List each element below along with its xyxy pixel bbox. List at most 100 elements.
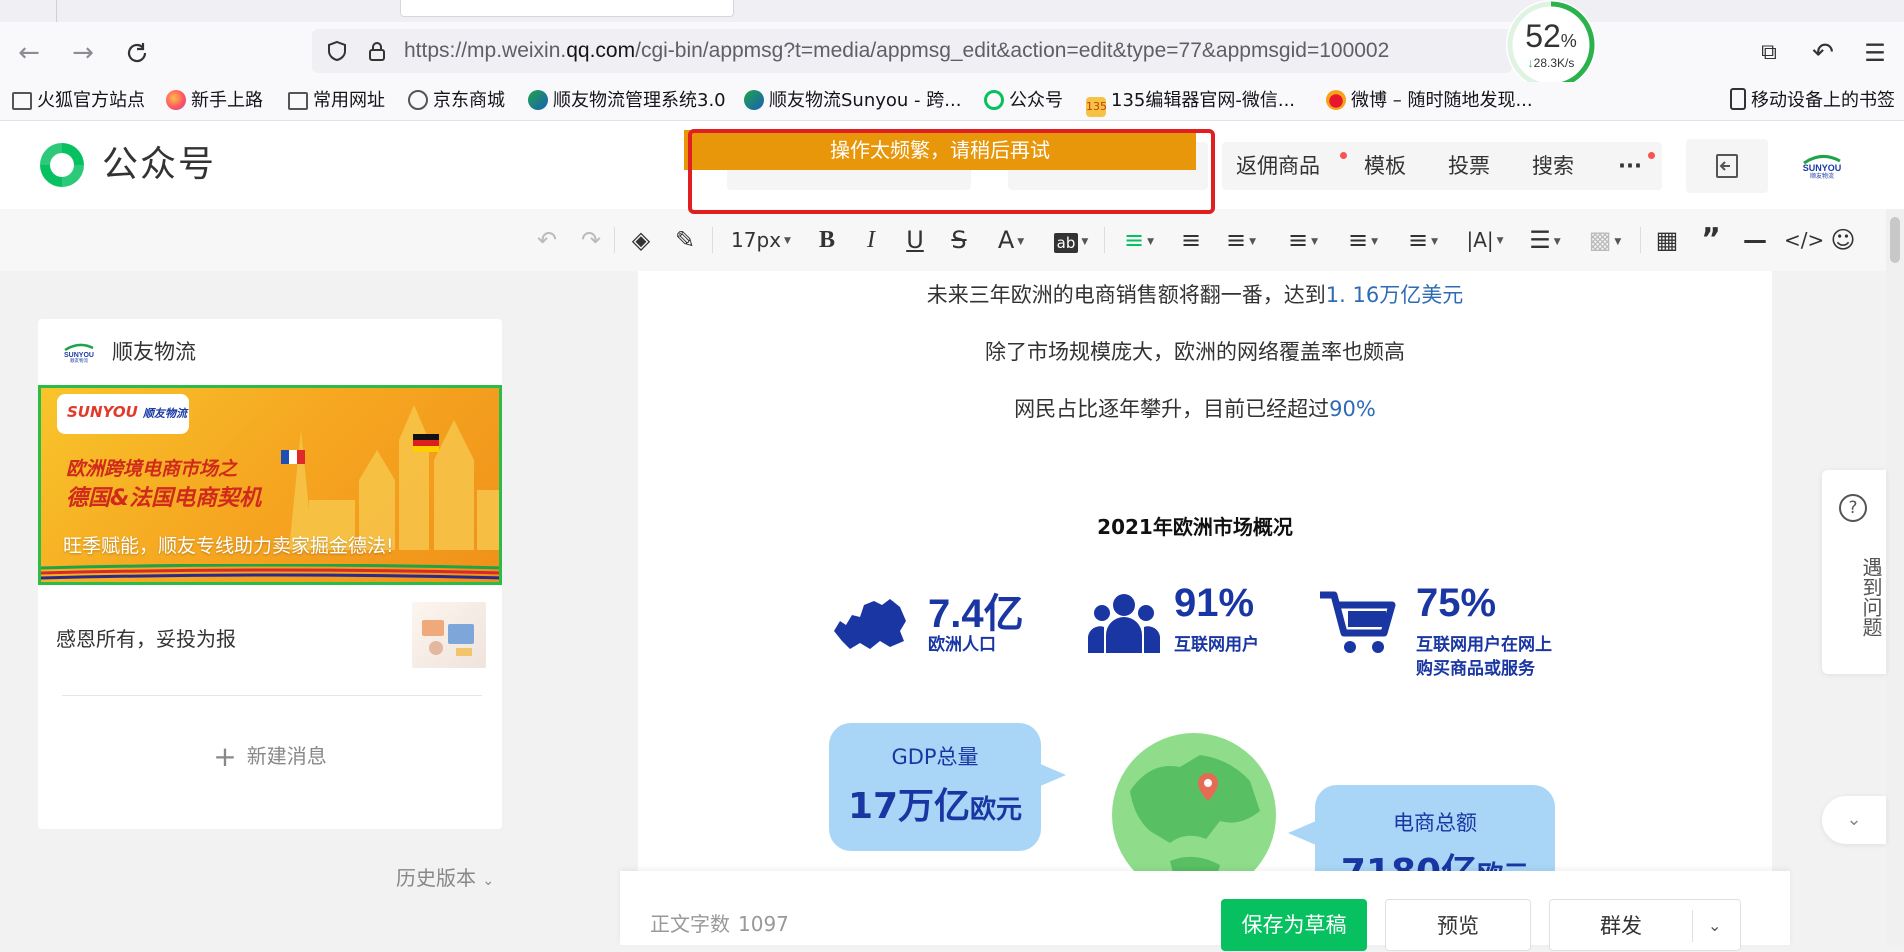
toolbar-divider: [614, 227, 615, 253]
cart-icon: [1320, 591, 1396, 653]
sunyou-icon: [744, 90, 764, 110]
margin-icon[interactable]: ≡ ▼: [1400, 209, 1446, 271]
article-list-card: SUNYOU 顺友物流 顺友物流 SUNYOU 顺友物流 欧洲跨境电商市场之 德…: [38, 319, 502, 829]
cover-brand-logo: SUNYOU 顺友物流: [57, 394, 189, 434]
svg-text:SUNYOU: SUNYOU: [64, 352, 94, 359]
clear-format-icon[interactable]: ◈: [626, 209, 656, 271]
line-height-icon[interactable]: ≡ ▼: [1280, 209, 1326, 271]
bold-icon[interactable]: B: [812, 209, 842, 271]
bookmark-item[interactable]: 京东商城: [408, 82, 505, 120]
font-color-icon[interactable]: A ▼: [988, 209, 1034, 271]
code-icon[interactable]: </>: [1784, 209, 1824, 271]
undo-arrow-icon[interactable]: ↶: [1806, 36, 1840, 70]
divider-line-icon[interactable]: —: [1740, 209, 1770, 271]
browser-tab-strip: [0, 0, 1904, 22]
url-text[interactable]: https://mp.weixin.qq.com/cgi-bin/appmsg?…: [404, 29, 1389, 73]
double-chevron-down-icon[interactable]: ⌄: [1822, 796, 1886, 844]
help-panel[interactable]: ? 遇到问题: [1822, 470, 1886, 674]
nav-search[interactable]: 搜索: [1532, 142, 1574, 190]
paragraph[interactable]: 未来三年欧洲的电商销售额将翻一番，达到1. 16万亿美元: [638, 277, 1752, 313]
page-title[interactable]: 公众号: [102, 139, 216, 191]
save-draft-button[interactable]: 保存为草稿: [1221, 899, 1367, 951]
wechat-mp-logo-icon[interactable]: [36, 139, 88, 191]
bookmark-item[interactable]: 顺友物流管理系统3.0: [528, 82, 726, 120]
article-editor[interactable]: 未来三年欧洲的电商销售额将翻一番，达到1. 16万亿美元 除了市场规模庞大，欧洲…: [638, 271, 1772, 871]
article-item-title[interactable]: 感恩所有，妥投为报: [56, 619, 236, 659]
ecommerce-bubble: 电商总额 7180亿欧元: [1315, 785, 1555, 871]
active-tab[interactable]: [400, 0, 734, 17]
table-icon[interactable]: ▦: [1652, 209, 1682, 271]
font-size-select[interactable]: 17px ▼: [726, 209, 796, 271]
article-cover-image[interactable]: SUNYOU 顺友物流 欧洲跨境电商市场之 德国&法国电商契机 旺季赋能，顺友专…: [38, 385, 502, 585]
indent-icon[interactable]: ≡ ▼: [1218, 209, 1264, 271]
bookmark-item[interactable]: 顺友物流Sunyou - 跨...: [744, 82, 961, 120]
chevron-down-icon[interactable]: ⌄: [1708, 900, 1721, 952]
background-color-icon[interactable]: ab ▼: [1046, 209, 1096, 271]
redo-icon[interactable]: ↷: [576, 209, 606, 271]
lock-icon[interactable]: [366, 40, 388, 62]
paragraph[interactable]: 网民占比逐年攀升，目前已经超过90%: [638, 391, 1752, 427]
crop-icon[interactable]: ⧉: [1752, 36, 1786, 70]
editor-toolbar: ↶ ↷ ◈ ✎ 17px ▼ B I U S A ▼ ab ▼ ≡ ▼ ≡ ≡ ▼ ≡ ▼ …: [0, 209, 1886, 271]
folder-icon: [12, 92, 32, 110]
undo-icon[interactable]: ↶: [532, 209, 562, 271]
folder-icon: [288, 92, 308, 110]
users-icon: [1088, 594, 1160, 653]
account-avatar[interactable]: SUNYOU 顺友物流: [1800, 151, 1844, 179]
underline-icon[interactable]: U: [900, 209, 930, 271]
exit-icon: [1716, 154, 1738, 178]
cover-logo-cn: 顺友物流: [143, 407, 188, 420]
editor-footer: 正文字数 1097 保存为草稿 预览 群发 ⌄: [620, 871, 1790, 951]
paragraph[interactable]: 除了市场规模庞大，欧洲的网络覆盖率也颇高: [638, 334, 1752, 370]
new-message-button[interactable]: + 新建消息: [38, 739, 502, 774]
bookmark-item[interactable]: 135 135编辑器官网-微信...: [1086, 82, 1295, 120]
tracking-shield-icon[interactable]: [326, 40, 348, 62]
preview-button[interactable]: 预览: [1385, 899, 1531, 951]
bookmark-item[interactable]: 微博 – 随时随地发现...: [1326, 82, 1533, 120]
nav-more[interactable]: ···: [1618, 142, 1655, 190]
align-center-icon[interactable]: ≡ ▼: [1116, 209, 1162, 271]
scrollbar-thumb[interactable]: [1890, 217, 1900, 263]
menu-icon[interactable]: ☰: [1858, 36, 1892, 70]
italic-icon[interactable]: I: [856, 209, 886, 271]
article-item-thumbnail[interactable]: [412, 602, 486, 668]
firefox-icon: [166, 90, 186, 110]
bookmark-item[interactable]: 公众号: [984, 82, 1063, 120]
thumbnail-illustration: [422, 620, 474, 656]
speed-percent: 52%: [1525, 18, 1577, 54]
forward-arrow-icon[interactable]: →: [66, 36, 100, 70]
word-count: 正文字数 1097: [650, 912, 789, 936]
bookmark-item[interactable]: 新手上路: [166, 82, 263, 120]
reload-icon[interactable]: [120, 36, 154, 70]
mass-send-button[interactable]: 群发 ⌄: [1549, 899, 1741, 951]
page-scrollbar[interactable]: [1886, 209, 1904, 945]
network-speed-badge[interactable]: 52% ↓28.3K/s: [1506, 0, 1596, 90]
globe-illustration: [1112, 733, 1276, 871]
nav-rebate-goods[interactable]: 返佣商品: [1236, 142, 1347, 190]
back-arrow-icon[interactable]: ←: [12, 36, 46, 70]
cover-logo-main: SUNYOU: [67, 403, 138, 421]
strikethrough-icon[interactable]: S: [944, 209, 974, 271]
history-versions-button[interactable]: 历史版本 ⌄: [396, 862, 494, 897]
notification-dot: [1340, 152, 1347, 159]
list-icon[interactable]: ☰ ▼: [1522, 209, 1568, 271]
address-bar[interactable]: https://mp.weixin.qq.com/cgi-bin/appmsg?…: [312, 29, 1512, 73]
mobile-device-icon: [1730, 88, 1746, 110]
stat-label: 欧洲人口: [928, 635, 996, 655]
emoji-icon[interactable]: ☺: [1828, 209, 1858, 271]
bookmark-item[interactable]: 火狐官方站点: [12, 82, 145, 120]
format-painter-icon[interactable]: ✎: [670, 209, 700, 271]
nav-vote[interactable]: 投票: [1448, 142, 1490, 190]
first-line-indent-icon[interactable]: ≡: [1176, 209, 1206, 271]
gdp-bubble: GDP总量 17万亿欧元: [829, 723, 1041, 851]
bookmark-item[interactable]: 常用网址: [288, 82, 385, 120]
letter-spacing-icon[interactable]: |A| ▼: [1460, 209, 1510, 271]
quote-icon[interactable]: ”: [1696, 209, 1726, 271]
mobile-bookmarks[interactable]: 移动设备上的书签: [1730, 82, 1895, 120]
infographic-title: 2021年欧洲市场概况: [1097, 515, 1293, 539]
image-layout-icon[interactable]: ▩ ▼: [1582, 209, 1628, 271]
nav-template[interactable]: 模板: [1364, 142, 1406, 190]
paragraph-spacing-icon[interactable]: ≡ ▼: [1340, 209, 1386, 271]
exit-button[interactable]: [1686, 139, 1768, 193]
gdp-label: GDP总量: [891, 745, 979, 769]
